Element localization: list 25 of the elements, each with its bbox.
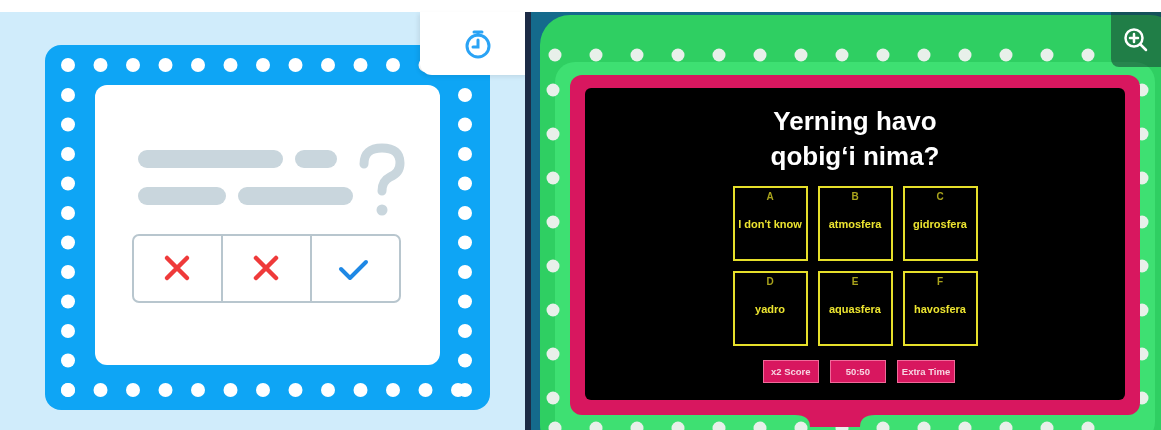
answer-text: yadro — [755, 302, 785, 317]
answer-text: aquasfera — [829, 302, 881, 317]
answer-card[interactable]: B atmosfera — [817, 186, 893, 261]
powerup-button[interactable]: 50:50 — [829, 360, 886, 383]
answer-letter: F — [936, 276, 944, 287]
answer-text: havosfera — [914, 302, 966, 317]
zoom-in-icon — [1122, 25, 1150, 54]
powerup-button[interactable]: x2 Score — [762, 360, 819, 383]
timer-button[interactable] — [420, 12, 528, 75]
answer-text: gidrosfera — [913, 217, 967, 232]
answer-letter: B — [851, 191, 859, 202]
zoom-button[interactable] — [1111, 12, 1161, 67]
answer-letter: E — [851, 276, 859, 287]
answer-card[interactable]: C gidrosfera — [902, 186, 978, 261]
answer-text: I don't know — [738, 217, 802, 232]
powerup-button[interactable]: Extra Time — [896, 360, 956, 383]
answer-card[interactable]: E aquasfera — [817, 271, 893, 346]
answer-card[interactable]: D yadro — [732, 271, 808, 346]
answer-letter: D — [766, 276, 774, 287]
answer-letter: A — [766, 191, 774, 202]
answer-card[interactable]: F havosfera — [902, 271, 978, 346]
question-text: Yerning havo qobig‘i nima? — [769, 105, 941, 173]
answer-text: atmosfera — [828, 217, 882, 232]
answer-letter: C — [936, 191, 944, 202]
answer-card[interactable]: A I don't know — [732, 186, 808, 261]
